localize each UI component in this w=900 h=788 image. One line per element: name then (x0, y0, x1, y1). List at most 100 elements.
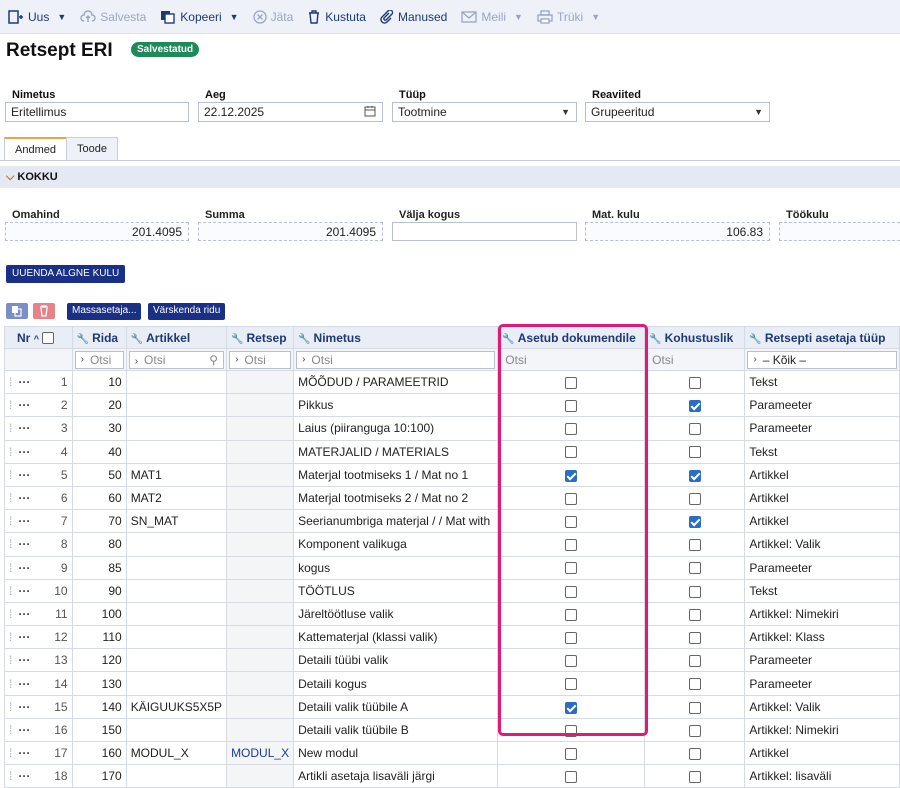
rida-cell[interactable]: 150 (71, 717, 127, 743)
asetub-checkbox[interactable] (565, 516, 578, 529)
output-field[interactable] (392, 222, 577, 241)
drag-handle-icon[interactable]: ⁞ (9, 630, 12, 644)
drag-handle-icon[interactable]: ⁞ (9, 653, 12, 667)
table-row[interactable]: ⁞ ··· 1 10 MÕÕDUD / PARAMEETRID Tekst (4, 369, 900, 395)
table-row[interactable]: ⁞ ··· 3 30 Laius (piiranguga 10:100) Parameet… (4, 416, 900, 441)
asetub-checkbox[interactable] (565, 585, 578, 598)
more-icon[interactable]: ··· (18, 723, 30, 737)
more-icon[interactable]: ··· (18, 746, 30, 760)
column-header-tyyp[interactable]: 🔧 Retsepti asetaja tüüp (744, 326, 900, 349)
row-nr-cell[interactable]: ⁞ ··· 16 (4, 717, 73, 743)
tyyp-cell[interactable]: Tekst (744, 439, 900, 464)
tyyp-cell[interactable]: Artikkel (744, 462, 900, 487)
tyyp-cell[interactable]: Artikkel: lisaväli (744, 764, 900, 788)
nimetus-cell[interactable]: Detaili valik tüübile B (293, 717, 499, 743)
rida-cell[interactable]: 130 (71, 671, 127, 696)
rida-cell[interactable]: 60 (71, 485, 127, 511)
drag-handle-icon[interactable]: ⁞ (9, 769, 12, 783)
nimetus-cell[interactable]: Materjal tootmiseks 2 / Mat no 2 (293, 485, 499, 511)
more-icon[interactable]: ··· (18, 584, 30, 598)
kohustuslik-checkbox[interactable] (688, 400, 701, 413)
attachments-button[interactable]: Manused (380, 0, 447, 34)
retsep-cell[interactable] (226, 764, 295, 788)
nimetus-cell[interactable]: Artikli asetaja lisaväli järgi (293, 764, 499, 788)
nimetus-cell[interactable]: MATERJALID / MATERIALS (293, 439, 499, 464)
column-header-artikkel[interactable]: 🔧 Artikkel (125, 326, 228, 349)
more-icon[interactable]: ··· (18, 561, 30, 575)
kohustuslik-checkbox[interactable] (688, 771, 701, 784)
artikkel-cell[interactable]: KÄIGUUKS5X5P (125, 694, 228, 719)
kohustuslik-checkbox[interactable] (688, 724, 701, 737)
tyyp-cell[interactable]: Parameeter (744, 416, 900, 441)
artikkel-cell[interactable] (125, 648, 228, 673)
kohustuslik-checkbox[interactable] (688, 423, 701, 436)
asetub-checkbox[interactable] (565, 724, 578, 737)
retsep-cell[interactable]: MODUL_X (226, 740, 295, 766)
nimetus-cell[interactable]: Detaili tüübi valik (293, 648, 499, 673)
kohustuslik-checkbox[interactable] (688, 655, 701, 668)
filter-kohustuslik[interactable]: Otsi (644, 348, 746, 371)
column-header-retsep[interactable]: 🔧 Retsep (226, 326, 295, 349)
artikkel-cell[interactable] (125, 393, 228, 418)
rida-cell[interactable]: 50 (71, 462, 127, 487)
rida-cell[interactable]: 20 (71, 393, 127, 418)
asetub-checkbox[interactable] (565, 701, 578, 714)
tyyp-cell[interactable]: Artikkel (744, 740, 900, 766)
drag-handle-icon[interactable]: ⁞ (9, 421, 12, 435)
save-button[interactable]: Salvesta (80, 0, 146, 34)
nimetus-cell[interactable]: Komponent valikuga (293, 532, 499, 557)
row-nr-cell[interactable]: ⁞ ··· 14 (4, 671, 73, 696)
row-nr-cell[interactable]: ⁞ ··· 15 (4, 694, 73, 719)
table-row[interactable]: ⁞ ··· 13 120 Detaili tüübi valik Parameeter (4, 648, 900, 673)
row-nr-cell[interactable]: ⁞ ··· 8 (4, 532, 73, 557)
drag-handle-icon[interactable]: ⁞ (9, 700, 12, 714)
artikkel-cell[interactable] (125, 601, 228, 627)
more-icon[interactable]: ··· (18, 468, 30, 482)
tyyp-cell[interactable]: Parameeter (744, 648, 900, 673)
row-nr-cell[interactable]: ⁞ ··· 5 (4, 462, 73, 487)
copy-button[interactable]: Kopeeri ▼ (160, 0, 239, 34)
search-icon[interactable]: ⚲ (209, 353, 218, 367)
column-header-nr[interactable]: Nr ^ (4, 326, 73, 349)
drag-handle-icon[interactable]: ⁞ (9, 468, 12, 482)
rida-cell[interactable]: 160 (71, 740, 127, 766)
tyyp-cell[interactable]: Artikkel: Valik (744, 532, 900, 557)
skip-button[interactable]: Jäta (252, 0, 293, 34)
tyyp-cell[interactable]: Artikkel: Klass (744, 625, 900, 650)
nimetus-cell[interactable]: Detaili valik tüübile A (293, 694, 499, 719)
asetub-checkbox[interactable] (565, 423, 578, 436)
more-icon[interactable]: ··· (18, 445, 30, 459)
rida-cell[interactable]: 40 (71, 439, 127, 464)
retsep-cell[interactable] (226, 462, 295, 487)
rida-cell[interactable]: 140 (71, 694, 127, 719)
drag-handle-icon[interactable]: ⁞ (9, 375, 12, 389)
filter-artikkel[interactable]: › Otsi ⚲ (125, 348, 228, 371)
artikkel-cell[interactable] (125, 717, 228, 743)
table-row[interactable]: ⁞ ··· 2 20 Pikkus Parameeter (4, 393, 900, 418)
asetub-checkbox[interactable] (565, 446, 578, 459)
more-icon[interactable]: ··· (18, 491, 30, 505)
sort-asc-icon[interactable]: ^ (34, 334, 39, 344)
artikkel-cell[interactable]: MAT2 (125, 485, 228, 511)
rida-cell[interactable]: 110 (71, 625, 127, 650)
artikkel-cell[interactable] (125, 532, 228, 557)
refresh-rows-button[interactable]: Värskenda ridu (148, 303, 226, 320)
table-row[interactable]: ⁞ ··· 17 160 MODUL_X MODUL_X New modul Artikkel (4, 740, 900, 766)
retsep-cell[interactable] (226, 717, 295, 743)
more-icon[interactable]: ··· (18, 769, 30, 783)
asetub-checkbox[interactable] (565, 771, 578, 784)
drag-handle-icon[interactable]: ⁞ (9, 514, 12, 528)
table-row[interactable]: ⁞ ··· 18 170 Artikli asetaja lisaväli järgi A… (4, 764, 900, 788)
filter-rida[interactable]: › Otsi (71, 348, 127, 371)
row-nr-cell[interactable]: ⁞ ··· 18 (4, 764, 73, 788)
row-nr-cell[interactable]: ⁞ ··· 1 (4, 369, 73, 395)
table-row[interactable]: ⁞ ··· 9 85 kogus Parameeter (4, 555, 900, 580)
table-row[interactable]: ⁞ ··· 15 140 KÄIGUUKS5X5P Detaili valik tüübi… (4, 694, 900, 719)
drag-handle-icon[interactable]: ⁞ (9, 677, 12, 691)
tyyp-cell[interactable]: Artikkel (744, 509, 900, 534)
asetub-checkbox[interactable] (565, 562, 578, 575)
tyyp-cell[interactable]: Parameeter (744, 555, 900, 580)
drag-handle-icon[interactable]: ⁞ (9, 561, 12, 575)
row-nr-cell[interactable]: ⁞ ··· 17 (4, 740, 73, 766)
column-header-rida[interactable]: 🔧 Rida (71, 326, 127, 349)
